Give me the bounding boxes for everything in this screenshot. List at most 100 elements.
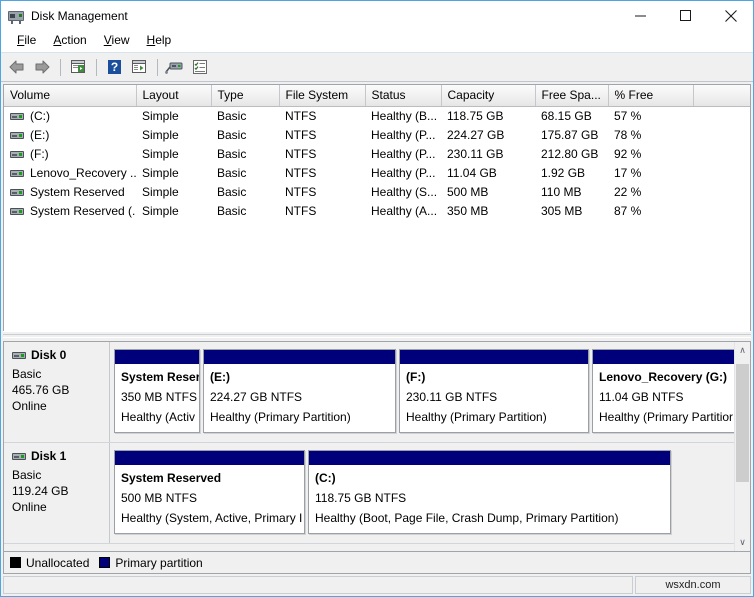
disk-row-0[interactable]: Disk 0 Basic 465.76 GB Online System Res… [4, 342, 734, 443]
maximize-button[interactable] [663, 1, 708, 30]
show-hide-console-tree-icon[interactable] [66, 55, 90, 79]
legend-primary-partition-swatch [99, 557, 111, 568]
volume-drive-icon [10, 112, 24, 120]
svg-text:?: ? [110, 60, 117, 74]
cell-type: Basic [217, 147, 247, 161]
cell-blank [693, 145, 750, 164]
rescan-disks-icon[interactable] [163, 55, 187, 79]
cell-free-space: 175.87 GB [541, 128, 599, 142]
partition-c-disk1[interactable]: (C:) 118.75 GB NTFS Healthy (Boot, Page … [308, 450, 671, 534]
column-header-layout[interactable]: Layout [136, 85, 212, 107]
table-row[interactable]: Lenovo_Recovery ... Simple Basic NTFS He… [4, 164, 750, 183]
menu-action-rest: ction [61, 33, 87, 47]
toolbar-separator-1 [60, 58, 61, 76]
partition-system-reserved-disk0[interactable]: System Reser 350 MB NTFS Healthy (Activ [114, 349, 200, 433]
table-row[interactable]: (C:) Simple Basic NTFS Healthy (B... 118… [4, 107, 750, 127]
disk-icon [12, 452, 26, 460]
scroll-down-arrow-icon[interactable]: ∨ [735, 534, 750, 551]
cell-layout: Simple [142, 128, 179, 142]
cell-type: Basic [217, 109, 247, 123]
disk-management-icon [8, 8, 24, 24]
partition-size-fs: 350 MB NTFS [121, 390, 198, 404]
forward-icon[interactable] [30, 55, 54, 79]
cell-layout: Simple [142, 204, 179, 218]
graphical-view-scrollbar[interactable]: ∧ ∨ [734, 342, 750, 551]
status-bar-watermark: wsxdn.com [635, 576, 751, 594]
column-header-free-space[interactable]: Free Spa... [535, 85, 609, 107]
help-icon[interactable]: ? [102, 55, 126, 79]
partition-color-bar [400, 350, 588, 365]
menu-item-help[interactable]: Help [139, 31, 181, 51]
disk-row-1[interactable]: Disk 1 Basic 119.24 GB Online System Res… [4, 443, 734, 544]
table-row[interactable]: (E:) Simple Basic NTFS Healthy (P... 224… [4, 126, 750, 145]
menu-help-mnemonic: H [146, 33, 156, 47]
cell-status: Healthy (P... [371, 166, 436, 180]
disk-0-title: Disk 0 [12, 348, 109, 362]
cell-file-system: NTFS [285, 185, 317, 199]
column-header-file-system[interactable]: File System [279, 85, 366, 107]
cell-free-space: 1.92 GB [541, 166, 586, 180]
legend-primary-partition: Primary partition [99, 555, 203, 570]
table-row[interactable]: System Reserved Simple Basic NTFS Health… [4, 183, 750, 202]
title-bar: Disk Management [1, 1, 753, 30]
menu-item-action[interactable]: Action [45, 31, 95, 51]
back-icon[interactable] [5, 55, 29, 79]
cell-file-system: NTFS [285, 204, 317, 218]
show-hide-action-pane-icon[interactable] [127, 55, 151, 79]
menu-view-rest: iew [111, 33, 130, 47]
disk-1-type: Basic [12, 468, 42, 482]
table-row[interactable]: System Reserved (... Simple Basic NTFS H… [4, 202, 750, 221]
partition-f-disk0[interactable]: (F:) 230.11 GB NTFS Healthy (Primary Par… [399, 349, 589, 433]
partition-color-bar [593, 350, 734, 365]
cell-type: Basic [217, 185, 247, 199]
menu-item-view[interactable]: View [96, 31, 139, 51]
column-header-type[interactable]: Type [211, 85, 280, 107]
column-header-blank[interactable] [693, 85, 750, 107]
legend-primary-partition-label: Primary partition [115, 555, 203, 570]
legend-bar: Unallocated Primary partition [3, 552, 751, 574]
cell-layout: Simple [142, 109, 179, 123]
disk-1-state: Online [12, 500, 47, 514]
cell-percent-free: 92 % [614, 147, 642, 161]
cell-file-system: NTFS [285, 128, 317, 142]
close-button[interactable] [708, 1, 753, 30]
cell-volume: System Reserved [30, 185, 125, 199]
cell-capacity: 118.75 GB [447, 109, 504, 123]
partition-e-disk0[interactable]: (E:) 224.27 GB NTFS Healthy (Primary Par… [203, 349, 396, 433]
scrollbar-thumb[interactable] [736, 364, 749, 482]
properties-icon[interactable] [188, 55, 212, 79]
column-header-capacity[interactable]: Capacity [441, 85, 536, 107]
window-title: Disk Management [31, 8, 128, 23]
disk-1-info[interactable]: Disk 1 Basic 119.24 GB Online [4, 443, 110, 543]
partition-size-fs: 500 MB NTFS [121, 491, 198, 505]
legend-unallocated-label: Unallocated [26, 555, 90, 570]
menu-file-rest: ile [24, 33, 37, 47]
partition-status: Healthy (Primary Partitior [599, 410, 734, 424]
disk-0-state: Online [12, 399, 47, 413]
column-header-volume[interactable]: Volume [4, 85, 137, 107]
disk-1-size: 119.24 GB [12, 484, 69, 498]
cell-free-space: 212.80 GB [541, 147, 599, 161]
cell-file-system: NTFS [285, 109, 317, 123]
partition-status: Healthy (Boot, Page File, Crash Dump, Pr… [315, 511, 619, 525]
scroll-up-arrow-icon[interactable]: ∧ [735, 342, 750, 359]
disk-0-size: 465.76 GB [12, 383, 70, 397]
column-header-status[interactable]: Status [365, 85, 442, 107]
cell-status: Healthy (A... [371, 204, 438, 218]
table-row[interactable]: (F:) Simple Basic NTFS Healthy (P... 230… [4, 145, 750, 164]
disk-0-info[interactable]: Disk 0 Basic 465.76 GB Online [4, 342, 110, 442]
column-header-percent-free[interactable]: % Free [608, 85, 694, 107]
minimize-button[interactable] [618, 1, 663, 30]
cell-percent-free: 57 % [614, 109, 642, 123]
partition-lenovo-recovery-disk0[interactable]: Lenovo_Recovery (G:) 11.04 GB NTFS Healt… [592, 349, 734, 433]
disk-0-partitions: System Reser 350 MB NTFS Healthy (Activ … [110, 342, 734, 442]
partition-system-reserved-disk1[interactable]: System Reserved 500 MB NTFS Healthy (Sys… [114, 450, 305, 534]
volume-table: Volume Layout Type File System Status Ca… [4, 85, 750, 221]
cell-volume: (F:) [30, 147, 49, 161]
pane-splitter[interactable] [3, 331, 751, 341]
partition-size-fs: 224.27 GB NTFS [210, 390, 303, 404]
cell-blank [693, 164, 750, 183]
window-controls [618, 1, 753, 30]
menu-item-file[interactable]: File [9, 31, 45, 51]
cell-capacity: 350 MB [447, 204, 489, 218]
